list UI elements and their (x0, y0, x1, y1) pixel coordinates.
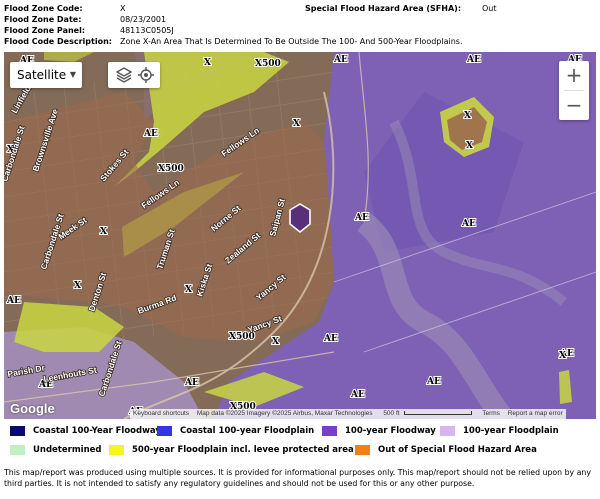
zone-label: X (293, 119, 300, 129)
flood-zone-panel-label: Flood Zone Panel: (4, 26, 86, 35)
zone-label: AE (354, 213, 369, 223)
locate-icon[interactable] (137, 66, 155, 84)
legend-label: 100-year Floodway (345, 426, 436, 436)
map-type-dropdown[interactable]: Satellite ▼ (10, 62, 82, 88)
zone-label: X (464, 111, 471, 121)
map-attribution: Keyboard shortcuts Map data ©2025 Imager… (130, 409, 566, 419)
zone-label: X (559, 351, 566, 361)
chevron-down-icon: ▼ (69, 70, 76, 79)
flood-zone-date-label: Flood Zone Date: (4, 15, 82, 24)
legend-swatch (10, 426, 25, 436)
flood-zone-panel-value: 48113C0505J (120, 26, 174, 35)
legend-label: 100-year Floodplain (463, 426, 559, 436)
legend-swatch (322, 426, 337, 436)
map-data-text: Map data ©2025 Imagery ©2025 Airbus, Max… (196, 410, 373, 417)
zone-label: X500 (255, 59, 281, 69)
scale-text: 500 ft (383, 410, 400, 417)
flood-code-description-label: Flood Code Description: (4, 37, 112, 46)
map-canvas[interactable]: AEAEAEAEAEAEAEAEAEAEAEAEAEAEAEXXXXXXXXXX… (4, 52, 596, 419)
zone-label: AE (184, 378, 199, 388)
zone-label: X (204, 58, 211, 68)
map-tools (108, 62, 160, 88)
legend-label: Undetermined (33, 445, 102, 455)
zone-label: AE (333, 55, 348, 65)
zone-label: X (100, 227, 107, 237)
zone-label: X (272, 337, 279, 347)
terms-link[interactable]: Terms (479, 410, 503, 417)
flood-zone-date-value: 08/23/2001 (120, 15, 167, 24)
zone-label: X500 (158, 164, 184, 174)
legend-swatch (109, 445, 124, 455)
legend-label: Coastal 100-Year Floodway (33, 426, 161, 436)
zone-label: AE (143, 129, 158, 139)
google-logo: Google (10, 401, 55, 416)
legend-swatch (355, 445, 370, 455)
zone-label: X (466, 141, 473, 151)
legend-label: Out of Special Flood Hazard Area (378, 445, 537, 455)
legend-label: Coastal 100-year Floodplain (180, 426, 315, 436)
zone-label: AE (466, 55, 481, 65)
flood-code-description-value: Zone X-An Area That Is Determined To Be … (120, 37, 463, 46)
scale-indicator: 500 ft (377, 410, 477, 417)
zone-label: AE (323, 334, 338, 344)
zone-label: AE (6, 296, 21, 306)
flood-map[interactable]: AEAEAEAEAEAEAEAEAEAEAEAEAEAEAEXXXXXXXXXX… (4, 52, 596, 419)
zoom-controls: + − (559, 61, 589, 120)
flood-legend: Coastal 100-Year Floodway Coastal 100-ye… (10, 426, 590, 456)
keyboard-shortcuts-link[interactable]: Keyboard shortcuts (130, 410, 192, 417)
sfha-value: Out (482, 4, 497, 13)
legend-label: 500-year Floodplain incl. levee protecte… (132, 445, 354, 455)
legend-swatch (10, 445, 25, 455)
legend-swatch (440, 426, 455, 436)
disclaimer-text: This map/report was produced using multi… (4, 468, 591, 488)
flood-zone-code-label: Flood Zone Code: (4, 4, 83, 13)
scale-bar (404, 411, 473, 416)
zone-label: AE (426, 377, 441, 387)
zone-label: AE (461, 219, 476, 229)
zone-label: AE (350, 390, 365, 400)
flood-zone-code-value: X (120, 4, 126, 13)
zoom-out-button[interactable]: − (559, 91, 589, 120)
zone-label: X (74, 281, 81, 291)
report-error-link[interactable]: Report a map error (505, 410, 566, 417)
layers-icon[interactable] (115, 66, 133, 84)
zone-label: X (185, 285, 192, 295)
sfha-label: Special Flood Hazard Area (SFHA): (305, 4, 462, 13)
zoom-in-button[interactable]: + (559, 61, 589, 90)
legend-swatch (157, 426, 172, 436)
map-type-label: Satellite (17, 68, 67, 82)
